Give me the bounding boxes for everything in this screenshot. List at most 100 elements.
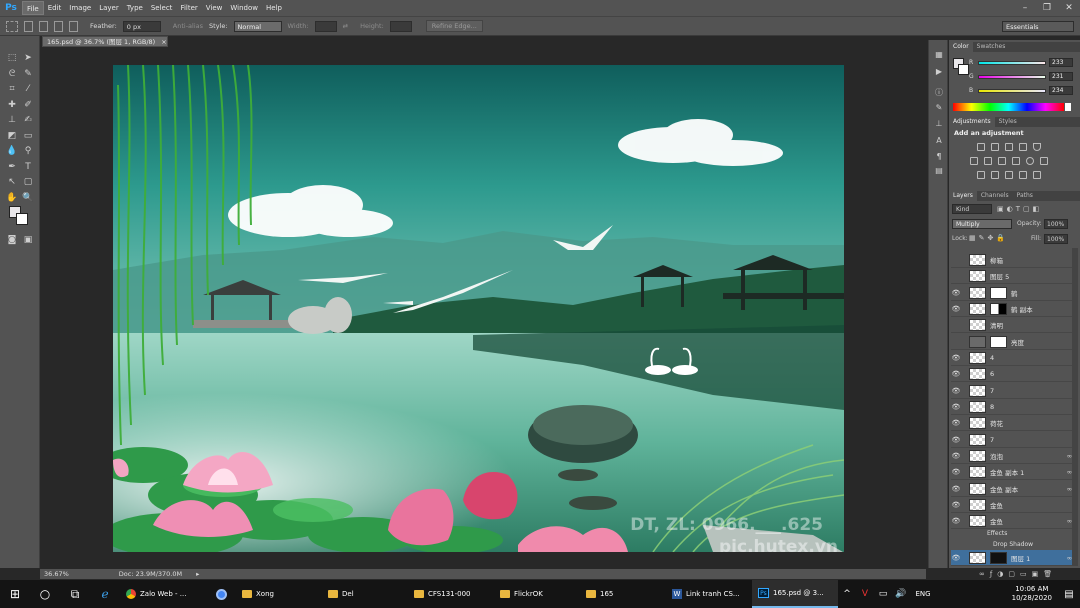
- eye-icon[interactable]: 👁: [951, 289, 961, 297]
- layer-row[interactable]: 柳箱: [951, 252, 1072, 268]
- hue-saturation-icon[interactable]: [970, 157, 978, 165]
- blur-tool-icon[interactable]: 💧: [5, 145, 19, 157]
- tab-adjustments[interactable]: Adjustments: [949, 117, 995, 127]
- document-canvas[interactable]: DT, ZL: 0966.___.625 pic.hutex.vn: [113, 65, 844, 552]
- red-slider-bar[interactable]: [978, 60, 1046, 65]
- brush-tool-icon[interactable]: ✐: [21, 99, 35, 111]
- taskbar-app-folder[interactable]: Xong: [236, 580, 322, 608]
- exposure-icon[interactable]: [1019, 143, 1027, 151]
- tab-color[interactable]: Color: [949, 42, 973, 52]
- notifications-icon[interactable]: ▤: [1058, 580, 1080, 608]
- workspace-select[interactable]: Essentials: [1002, 20, 1074, 32]
- layer-row[interactable]: 👁 荷花: [951, 415, 1072, 431]
- path-select-tool-icon[interactable]: ↖: [5, 176, 19, 188]
- refine-edge-button[interactable]: Refine Edge...: [425, 20, 483, 32]
- eye-icon[interactable]: 👁: [951, 554, 961, 562]
- layer-row[interactable]: 👁 金鱼 副本 ∞: [951, 481, 1072, 497]
- paragraph-panel-icon[interactable]: ¶: [933, 152, 945, 162]
- tab-channels[interactable]: Channels: [977, 191, 1013, 201]
- eye-icon[interactable]: 👁: [951, 452, 961, 460]
- network-icon[interactable]: ▭: [874, 580, 892, 608]
- layer-row[interactable]: 👁 金鱼 副本 1 ∞: [951, 464, 1072, 480]
- layer-mask-thumbnail[interactable]: [990, 551, 1007, 564]
- history-brush-tool-icon[interactable]: ✍: [21, 114, 35, 126]
- hand-tool-icon[interactable]: ✋: [5, 192, 19, 204]
- pen-tool-icon[interactable]: ✒: [5, 161, 19, 173]
- eye-icon[interactable]: 👁: [951, 468, 961, 476]
- style-select[interactable]: Normal: [233, 20, 282, 32]
- layer-row[interactable]: 清明: [951, 317, 1072, 333]
- windows-start-icon[interactable]: ⊞: [0, 580, 30, 608]
- taskbar-app-folder[interactable]: Del: [322, 580, 408, 608]
- properties-panel-icon[interactable]: ▤: [933, 166, 945, 176]
- layer-row[interactable]: 👁 6: [951, 366, 1072, 382]
- menu-layer[interactable]: Layer: [95, 1, 123, 15]
- red-slider[interactable]: R 233: [969, 58, 1077, 67]
- zoom-tool-icon[interactable]: 🔍: [21, 192, 35, 204]
- photo-filter-icon[interactable]: [1012, 157, 1020, 165]
- green-value[interactable]: 231: [1049, 72, 1073, 81]
- eye-icon[interactable]: 👁: [951, 403, 961, 411]
- status-menu-arrow-icon[interactable]: ▸: [196, 570, 199, 578]
- eye-icon[interactable]: 👁: [951, 517, 961, 525]
- zoom-level[interactable]: 36.67%: [44, 570, 69, 578]
- shape-tool-icon[interactable]: ▢: [21, 176, 35, 188]
- color-lookup-icon[interactable]: [1040, 157, 1048, 165]
- chrome-alt-icon[interactable]: [206, 580, 236, 608]
- black-white-icon[interactable]: [998, 157, 1006, 165]
- brush-panel-icon[interactable]: ✎: [933, 103, 945, 113]
- layer-row[interactable]: 👁 金鱼 ∞: [951, 513, 1072, 529]
- eraser-tool-icon[interactable]: ◩: [5, 130, 19, 142]
- eye-icon[interactable]: 👁: [951, 354, 961, 362]
- eye-icon[interactable]: 👁: [951, 436, 961, 444]
- feather-input[interactable]: 0 px: [122, 20, 161, 32]
- vibrance-icon[interactable]: [1033, 143, 1041, 151]
- blue-slider-bar[interactable]: [978, 88, 1046, 93]
- eye-icon[interactable]: 👁: [951, 501, 961, 509]
- menu-image[interactable]: Image: [65, 1, 95, 15]
- show-hidden-icons-icon[interactable]: ^: [838, 580, 856, 608]
- menu-edit[interactable]: Edit: [44, 1, 66, 15]
- channel-mixer-icon[interactable]: [1026, 157, 1034, 165]
- quick-mask-icon[interactable]: ◙: [5, 234, 19, 246]
- eye-icon[interactable]: 👁: [951, 387, 961, 395]
- brightness-contrast-icon[interactable]: [977, 143, 985, 151]
- tab-layers[interactable]: Layers: [949, 191, 977, 201]
- green-slider-bar[interactable]: [978, 74, 1046, 79]
- actions-panel-icon[interactable]: ▶: [933, 67, 945, 77]
- green-slider[interactable]: G 231: [969, 72, 1077, 81]
- move-tool-icon[interactable]: ➤: [21, 52, 35, 64]
- close-tab-icon[interactable]: ×: [161, 38, 166, 46]
- taskbar-app-folder[interactable]: 165: [580, 580, 666, 608]
- invert-icon[interactable]: [977, 171, 985, 179]
- layer-mask-thumbnail[interactable]: [990, 302, 1007, 315]
- menu-filter[interactable]: Filter: [176, 1, 201, 15]
- vivaldi-tray-icon[interactable]: V: [856, 580, 874, 608]
- blue-value[interactable]: 234: [1049, 86, 1073, 95]
- opacity-input[interactable]: 100%: [1044, 219, 1068, 229]
- layer-row[interactable]: 👁 7: [951, 432, 1072, 448]
- tab-styles[interactable]: Styles: [995, 117, 1021, 127]
- gradient-tool-icon[interactable]: ▭: [21, 130, 35, 142]
- clone-stamp-tool-icon[interactable]: ⊥: [5, 114, 19, 126]
- intersect-selection-icon[interactable]: [69, 20, 78, 32]
- white-swatch[interactable]: [1065, 103, 1071, 111]
- swap-dimensions-icon[interactable]: ⇄: [343, 22, 348, 30]
- screen-mode-icon[interactable]: ▣: [21, 234, 35, 246]
- type-tool-icon[interactable]: T: [21, 161, 35, 173]
- gradient-map-icon[interactable]: [1019, 171, 1027, 179]
- layer-mask-thumbnail[interactable]: [990, 286, 1007, 299]
- taskbar-clock[interactable]: 10:06 AM 10/28/2020: [1012, 585, 1058, 603]
- layer-row[interactable]: 👁 8: [951, 399, 1072, 415]
- lasso-tool-icon[interactable]: ᘓ: [5, 68, 19, 80]
- eyedropper-tool-icon[interactable]: ⁄: [21, 83, 35, 95]
- layer-row[interactable]: 亮度: [951, 334, 1072, 350]
- threshold-icon[interactable]: [1005, 171, 1013, 179]
- curves-icon[interactable]: [1005, 143, 1013, 151]
- width-input[interactable]: [314, 20, 337, 32]
- document-tab[interactable]: 165.psd @ 36.7% (图层 1, RGB/8) ×: [42, 36, 168, 47]
- crop-tool-icon[interactable]: ⌗: [5, 83, 19, 95]
- dodge-tool-icon[interactable]: ⚲: [21, 145, 35, 157]
- info-panel-icon[interactable]: ⓘ: [933, 88, 945, 98]
- menu-window[interactable]: Window: [226, 1, 262, 15]
